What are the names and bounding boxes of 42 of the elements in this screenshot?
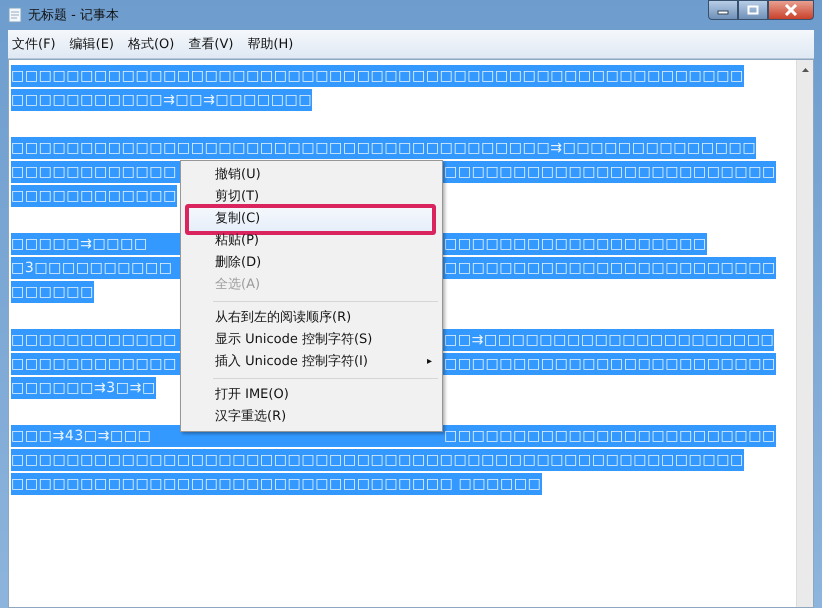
context-menu-item[interactable]: 打开 IME(O) [183, 384, 440, 406]
selected-text: □□□⇉43□⇉□□□ [11, 425, 181, 447]
selected-text: □□□□□□□□□□□⇉□□⇉□□□□□□□ [11, 89, 312, 111]
selected-text: □□□□□□□□□□□□□□□□□□□□□□□□□□□□□□□□□□□□□□□⇉□□□□□□□□□□□□□□ [11, 137, 756, 159]
selected-text: □□□□□□□□□□□□□□□□□□□□□□□□□□□□□□□□ □□□□□□ [11, 473, 542, 495]
selected-text: □3□□□□□□□□□□ [11, 257, 181, 279]
scroll-up-icon[interactable] [802, 68, 808, 72]
context-menu-item[interactable]: 删除(D) [183, 252, 440, 274]
selected-text: □□□□□□□□□□□□□□□□□□□□□□□□ [444, 353, 776, 375]
maximize-icon [747, 5, 759, 15]
maximize-button[interactable] [738, 0, 768, 20]
selected-text: □□□□□□□□□□□□□□□□□□□□□□□□ [444, 257, 776, 279]
selected-text: □□□□□□□□□□□□□□□□□□□□□□□□ [444, 161, 776, 183]
context-menu-item[interactable]: 撤销(U) [183, 164, 440, 186]
menu-item[interactable]: 帮助(H) [247, 35, 294, 53]
selected-text: □□□□□□□□□□□□□□□□□□□□□□□□ [444, 425, 776, 447]
context-menu-item[interactable]: 复制(C) [185, 204, 436, 235]
selected-text: □□□□□⇉□□□□ [11, 233, 181, 255]
minimize-button[interactable] [708, 0, 738, 20]
selected-text: □□⇉□□□□□□□□□□□□□□□□□□□□□ [444, 329, 774, 351]
window-title: 无标题 - 记事本 [28, 7, 119, 24]
context-menu-item[interactable]: 汉字重选(R) [183, 406, 440, 428]
context-menu-item[interactable]: 从右到左的阅读顺序(R) [183, 307, 440, 329]
menu-item[interactable]: 文件(F) [12, 35, 56, 53]
selected-text: □□□□□□□□□□□□□□□□□□□□□□□□□□□□□□□□□□□□□□□□□□□□□□□□□□□□□ [11, 65, 744, 87]
context-menu-item[interactable]: 显示 Unicode 控制字符(S) [183, 329, 440, 351]
selected-text: □□□□□□ [11, 281, 94, 303]
selected-text: □□□□□□□□□□□□ [11, 161, 181, 183]
selected-text: □□□□□□□□□□□□ [11, 329, 181, 351]
notepad-icon [8, 7, 22, 23]
selected-text: □□□□□□□□□□□□□□□□□□□□□□□□□□□□□□□□□□□□□□□□□□□□□□□□□□□□□ [11, 449, 744, 471]
menu-item[interactable]: 格式(O) [128, 35, 174, 53]
menu-item[interactable]: 查看(V) [188, 35, 234, 53]
context-menu-item[interactable]: 插入 Unicode 控制字符(I) ▸ [183, 351, 440, 373]
selected-text: □□□□□□□□□□□□ [11, 185, 177, 207]
close-button[interactable] [768, 0, 814, 20]
selected-text: □□□□□□⇉3□⇉□ [11, 377, 156, 399]
scrollbar[interactable] [796, 60, 813, 607]
selected-text: □□□□□□□□□□□□□□□□□□□ [444, 233, 707, 255]
close-icon [784, 4, 798, 16]
selected-text: □□□□□□□□□□□□ [11, 353, 181, 375]
menu-item[interactable]: 编辑(E) [70, 35, 114, 53]
